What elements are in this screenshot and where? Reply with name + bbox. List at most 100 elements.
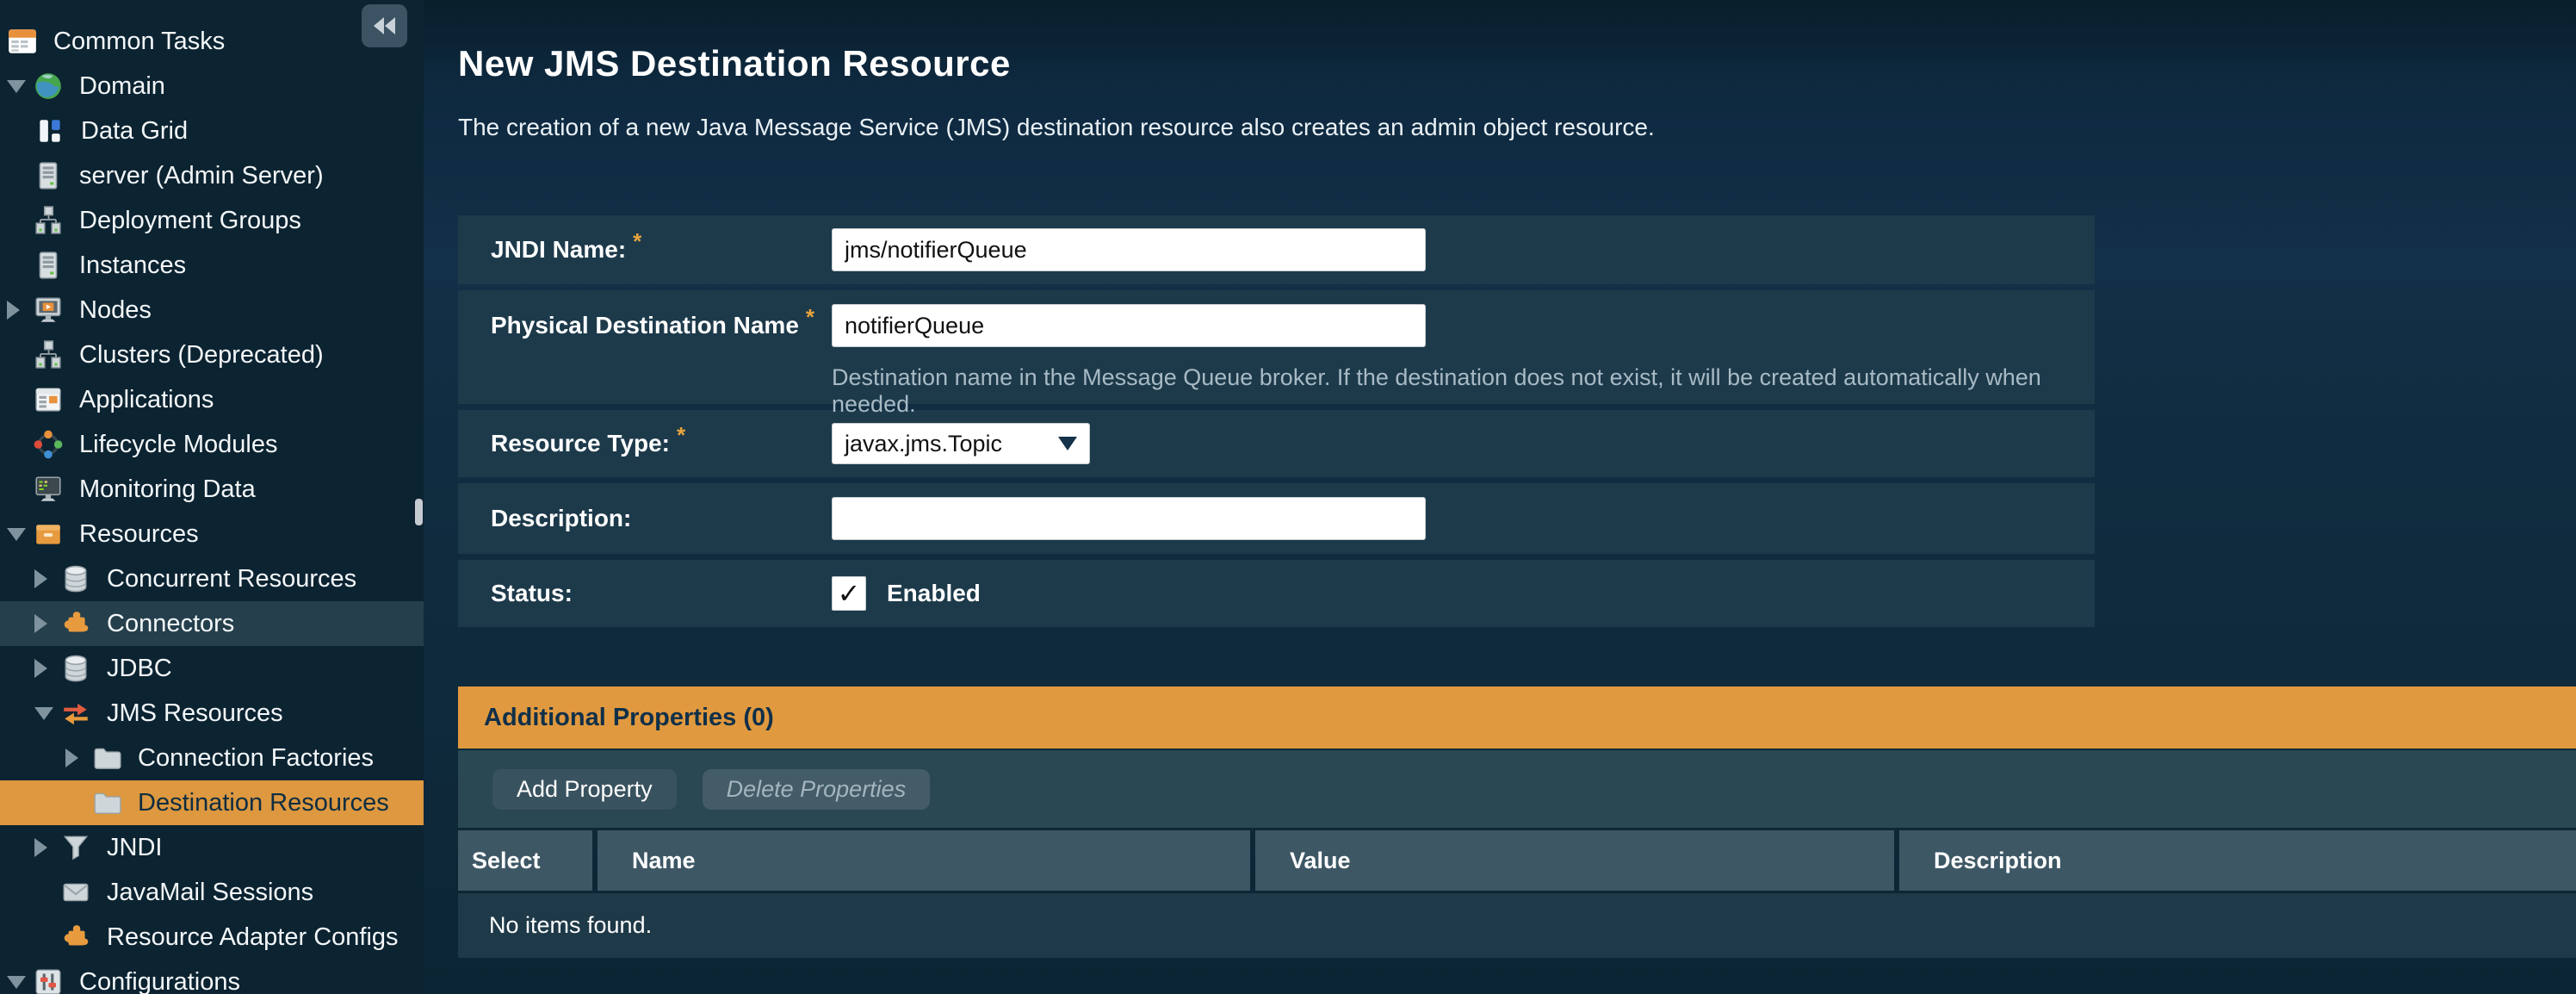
sidebar-item-label: JDBC bbox=[107, 655, 172, 683]
sidebar-item-jdbc[interactable]: JDBC bbox=[0, 646, 424, 691]
folder-icon bbox=[91, 787, 122, 818]
additional-properties-title: Additional Properties (0) bbox=[484, 704, 774, 732]
envelope-icon bbox=[60, 877, 91, 908]
sidebar-item-label: Common Tasks bbox=[53, 28, 225, 56]
resource-type-selected-value: javax.jms.Topic bbox=[845, 431, 1002, 457]
sidebar-item-lifecycle-modules[interactable]: Lifecycle Modules bbox=[0, 422, 424, 467]
sidebar-item-resource-adapter-configs[interactable]: Resource Adapter Configs bbox=[0, 915, 424, 960]
sidebar-item-instances[interactable]: Instances bbox=[0, 243, 424, 288]
globe-icon bbox=[33, 71, 64, 102]
expand-collapse-icon[interactable] bbox=[7, 528, 33, 541]
expand-collapse-icon[interactable] bbox=[34, 569, 60, 588]
sidebar-item-concurrent-resources[interactable]: Concurrent Resources bbox=[0, 556, 424, 601]
page-title: New JMS Destination Resource bbox=[458, 43, 2576, 84]
column-header-name: Name bbox=[598, 830, 1250, 891]
add-property-button[interactable]: Add Property bbox=[492, 769, 677, 810]
jndi-name-input[interactable] bbox=[832, 228, 1426, 271]
sidebar-item-label: JNDI bbox=[107, 834, 162, 862]
empty-message: No items found. bbox=[489, 912, 652, 939]
server-icon bbox=[33, 160, 64, 191]
sidebar-item-javamail-sessions[interactable]: JavaMail Sessions bbox=[0, 870, 424, 915]
form-row-resource-type: Resource Type: * javax.jms.Topic bbox=[458, 410, 2095, 477]
sidebar-item-server[interactable]: server (Admin Server) bbox=[0, 153, 424, 198]
sidebar-item-label: Lifecycle Modules bbox=[79, 431, 278, 459]
sidebar-item-domain[interactable]: Domain bbox=[0, 64, 424, 109]
expand-collapse-icon[interactable] bbox=[34, 659, 60, 678]
cluster-tree-icon bbox=[33, 339, 64, 370]
sidebar-item-monitoring-data[interactable]: Monitoring Data bbox=[0, 467, 424, 512]
required-asterisk: * bbox=[806, 304, 814, 331]
status-enabled-checkbox[interactable] bbox=[832, 576, 866, 611]
sidebar-item-connectors[interactable]: Connectors bbox=[0, 601, 424, 646]
content-area: New JMS Destination Resource The creatio… bbox=[424, 0, 2576, 994]
sidebar-item-label: Destination Resources bbox=[138, 789, 389, 817]
sidebar-item-label: Applications bbox=[79, 386, 214, 414]
sidebar-item-applications[interactable]: Applications bbox=[0, 377, 424, 422]
server-icon bbox=[33, 250, 64, 281]
form-row-status: Status: Enabled bbox=[458, 560, 2095, 627]
required-asterisk: * bbox=[633, 228, 641, 255]
physical-destination-name-input[interactable] bbox=[832, 304, 1426, 347]
physical-destination-name-label: Physical Destination Name bbox=[491, 312, 799, 339]
sidebar-item-data-grid[interactable]: Data Grid bbox=[0, 109, 424, 153]
sidebar-scrollbar-thumb[interactable] bbox=[415, 499, 423, 525]
form-row-description: Description: bbox=[458, 483, 2095, 554]
expand-collapse-icon[interactable] bbox=[65, 749, 91, 767]
properties-table-empty-row: No items found. bbox=[458, 893, 2576, 958]
delete-properties-button[interactable]: Delete Properties bbox=[703, 769, 931, 810]
sidebar-item-jms-resources[interactable]: JMS Resources bbox=[0, 691, 424, 736]
sidebar-item-label: Data Grid bbox=[81, 117, 188, 146]
database-icon bbox=[60, 653, 91, 684]
deployment-groups-icon bbox=[33, 205, 64, 236]
physical-destination-name-help: Destination name in the Message Queue br… bbox=[832, 364, 2095, 418]
resource-type-select[interactable]: javax.jms.Topic bbox=[832, 423, 1090, 464]
properties-toolbar: Add Property Delete Properties bbox=[458, 750, 2576, 828]
additional-properties-section: Additional Properties (0) Add Property D… bbox=[458, 686, 2576, 958]
column-header-value: Value bbox=[1255, 830, 1894, 891]
jms-arrows-icon bbox=[60, 698, 91, 729]
sidebar-item-deployment-groups[interactable]: Deployment Groups bbox=[0, 198, 424, 243]
sidebar-item-label: Instances bbox=[79, 252, 186, 280]
sidebar-item-nodes[interactable]: Nodes bbox=[0, 288, 424, 332]
column-header-description: Description bbox=[1899, 830, 2576, 891]
expand-collapse-icon[interactable] bbox=[34, 707, 60, 720]
jndi-name-label: JNDI Name: bbox=[491, 236, 626, 264]
node-monitor-icon bbox=[33, 295, 64, 326]
properties-table-header: Select Name Value Description bbox=[458, 830, 2576, 891]
expand-collapse-icon[interactable] bbox=[7, 80, 33, 93]
sidebar-item-label: server (Admin Server) bbox=[79, 162, 324, 190]
sidebar-item-jndi[interactable]: JNDI bbox=[0, 825, 424, 870]
required-asterisk: * bbox=[677, 422, 685, 449]
status-label: Status: bbox=[491, 580, 573, 607]
puzzle-icon bbox=[60, 608, 91, 639]
lifecycle-icon bbox=[33, 429, 64, 460]
sidebar-item-label: Monitoring Data bbox=[79, 475, 256, 504]
expand-collapse-icon[interactable] bbox=[7, 301, 33, 320]
data-grid-icon bbox=[34, 115, 65, 146]
sidebar-item-common-tasks[interactable]: Common Tasks bbox=[0, 19, 424, 64]
expand-collapse-icon[interactable] bbox=[34, 838, 60, 857]
filter-funnel-icon bbox=[60, 832, 91, 863]
sidebar-item-destination-resources[interactable]: Destination Resources bbox=[0, 780, 424, 825]
applications-icon bbox=[33, 384, 64, 415]
common-tasks-icon bbox=[7, 26, 38, 57]
sidebar-item-label: JMS Resources bbox=[107, 699, 283, 728]
sidebar-item-connection-factories[interactable]: Connection Factories bbox=[0, 736, 424, 780]
sidebar-item-label: Configurations bbox=[79, 968, 240, 994]
sidebar-item-resources[interactable]: Resources bbox=[0, 512, 424, 556]
destination-resource-form: JNDI Name: * Physical Destination Name *… bbox=[458, 215, 2095, 627]
sidebar-item-label: Deployment Groups bbox=[79, 207, 301, 235]
sidebar-collapse-button[interactable] bbox=[362, 4, 407, 47]
database-icon bbox=[60, 563, 91, 594]
sidebar-item-configurations[interactable]: Configurations bbox=[0, 960, 424, 994]
expand-collapse-icon[interactable] bbox=[34, 614, 60, 633]
page-description: The creation of a new Java Message Servi… bbox=[458, 114, 2576, 141]
description-input[interactable] bbox=[832, 497, 1426, 540]
sidebar-item-label: Clusters (Deprecated) bbox=[79, 341, 324, 370]
sliders-icon bbox=[33, 966, 64, 994]
resources-box-icon bbox=[33, 519, 64, 550]
sidebar-item-clusters[interactable]: Clusters (Deprecated) bbox=[0, 332, 424, 377]
expand-collapse-icon[interactable] bbox=[7, 976, 33, 989]
sidebar-item-label: Nodes bbox=[79, 296, 152, 325]
status-enabled-checkbox-label: Enabled bbox=[887, 580, 981, 607]
